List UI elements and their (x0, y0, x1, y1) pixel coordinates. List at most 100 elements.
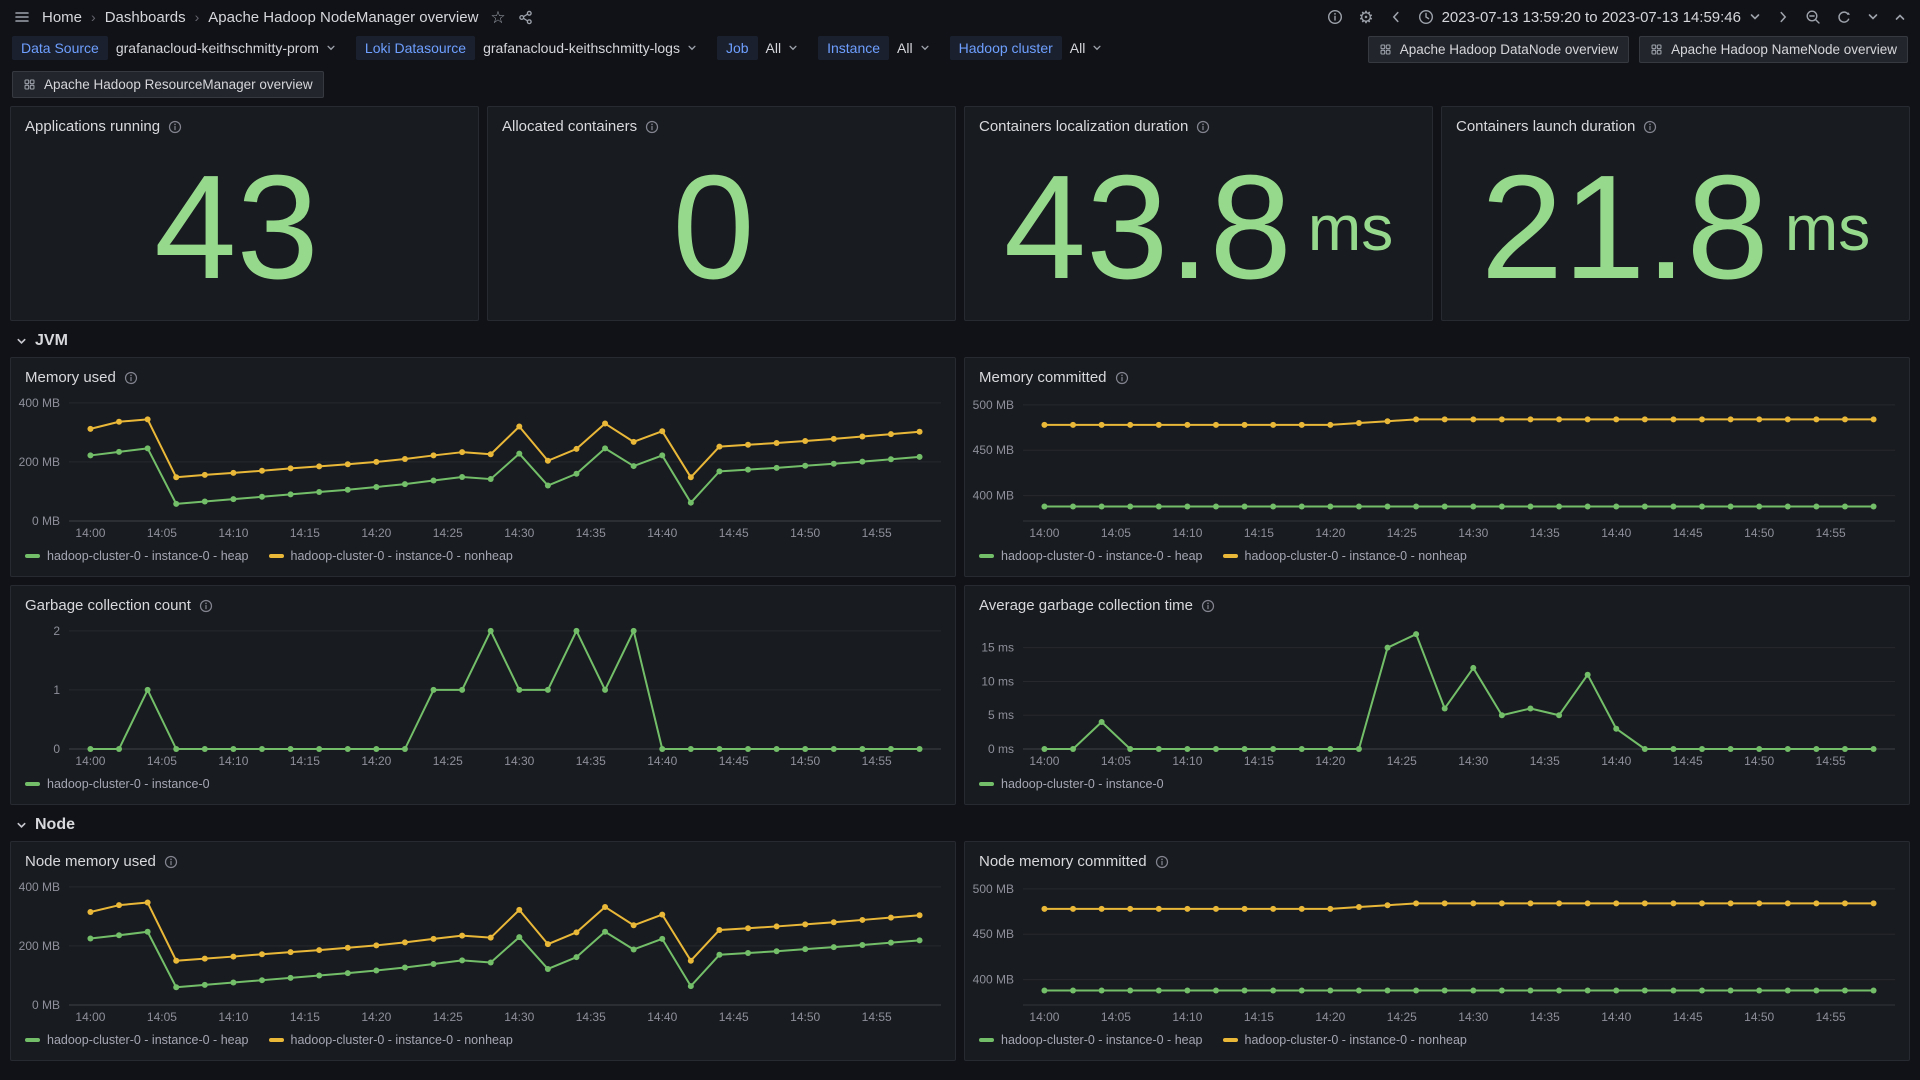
breadcrumb-dashboards[interactable]: Dashboards (105, 9, 186, 26)
gear-icon[interactable]: ⚙ (1358, 9, 1373, 26)
star-icon[interactable]: ☆ (490, 9, 505, 26)
series-point (1613, 987, 1620, 994)
series-point (745, 950, 752, 957)
series-point (1584, 503, 1591, 510)
series-point (1184, 503, 1191, 510)
variable-value-dropdown[interactable]: All (889, 36, 938, 60)
x-axis-tick-label: 14:30 (504, 1010, 534, 1024)
time-range-picker[interactable]: 2023-07-13 13:59:20 to 2023-07-13 14:59:… (1418, 9, 1761, 26)
legend-item[interactable]: hadoop-cluster-0 - instance-0 - heap (25, 549, 249, 563)
panel-containers-launch-duration: Containers launch duration 21.8 ms (1441, 106, 1910, 321)
chart-canvas[interactable]: 0 MB 200 MB 400 MB 14:00 14:05 14:10 14:15 14:2… (11, 870, 955, 1027)
series-point (1270, 421, 1277, 428)
panel-title: Containers launch duration (1456, 118, 1636, 135)
series-point (344, 746, 351, 752)
legend-item[interactable]: hadoop-cluster-0 - instance-0 - nonheap (1222, 1033, 1467, 1047)
legend-item[interactable]: hadoop-cluster-0 - instance-0 - heap (25, 1033, 249, 1047)
info-icon[interactable] (1196, 120, 1210, 134)
variable-value-dropdown[interactable]: All (1062, 36, 1111, 60)
refresh-icon[interactable] (1836, 9, 1852, 25)
info-icon[interactable] (1115, 371, 1129, 385)
series-point (1813, 900, 1820, 907)
breadcrumb-home[interactable]: Home (42, 9, 82, 26)
x-axis-tick-label: 14:25 (1387, 754, 1417, 768)
info-icon[interactable] (645, 120, 659, 134)
refresh-interval-chevron-down-icon[interactable] (1867, 11, 1879, 23)
link-resourcemanager-overview[interactable]: Apache Hadoop ResourceManager overview (12, 71, 324, 98)
legend-swatch (25, 782, 40, 786)
series-point (87, 425, 94, 432)
chevron-up-icon[interactable] (1894, 11, 1906, 23)
info-icon[interactable] (124, 371, 138, 385)
y-axis-tick-label: 400 MB (19, 396, 60, 410)
chart-plot[interactable]: 400 MB 450 MB 500 MB 14:00 14:05 14:10 14:15 14… (965, 386, 1909, 543)
info-circle-icon[interactable] (1327, 9, 1343, 25)
link-datanode-overview[interactable]: Apache Hadoop DataNode overview (1367, 36, 1630, 63)
legend-swatch (979, 554, 994, 558)
series-point (173, 984, 180, 991)
series-point (1327, 987, 1334, 994)
variable-label: Instance (818, 36, 890, 60)
series-point (1584, 900, 1591, 907)
node-charts-grid: Node memory used 0 MB 200 MB 400 MB 14:00 14… (10, 841, 1910, 1061)
chart-plot[interactable]: 0 ms 5 ms 10 ms 15 ms 14:00 14:05 14:10 14:15 14… (965, 614, 1909, 771)
dashboard-grid-icon (1650, 43, 1663, 56)
variable-value-dropdown[interactable]: grafanacloud-keithschmitty-logs (475, 36, 705, 60)
series-point (144, 445, 151, 452)
series-point (1241, 421, 1248, 428)
legend-item[interactable]: hadoop-cluster-0 - instance-0 - nonheap (268, 549, 513, 563)
variable-loki-datasource: Loki Datasource grafanacloud-keithschmit… (355, 36, 705, 60)
series-point (1699, 987, 1706, 994)
chart-canvas[interactable]: 0 ms 5 ms 10 ms 15 ms 14:00 14:05 14:10 14:15 14… (965, 614, 1909, 771)
series-point (1756, 987, 1763, 994)
stat-unit: ms (1784, 191, 1871, 264)
legend-item[interactable]: hadoop-cluster-0 - instance-0 - heap (979, 1033, 1203, 1047)
info-icon[interactable] (1643, 120, 1657, 134)
zoom-out-icon[interactable] (1805, 9, 1821, 25)
series-point (1041, 746, 1048, 752)
info-icon[interactable] (1155, 855, 1169, 869)
chart-plot[interactable]: 0 MB 200 MB 400 MB 14:00 14:05 14:10 14:15 14:2… (11, 870, 955, 1027)
chart-canvas[interactable]: 400 MB 450 MB 500 MB 14:00 14:05 14:10 14:15 14… (965, 386, 1909, 543)
series-point (830, 460, 837, 467)
variable-value-dropdown[interactable]: grafanacloud-keithschmitty-prom (108, 36, 344, 60)
chart-canvas[interactable]: 400 MB 450 MB 500 MB 14:00 14:05 14:10 14:15 14… (965, 870, 1909, 1027)
chevron-right-icon[interactable] (1776, 10, 1790, 24)
chart-plot[interactable]: 400 MB 450 MB 500 MB 14:00 14:05 14:10 14:15 14… (965, 870, 1909, 1027)
series-point (1584, 987, 1591, 994)
chart-plot[interactable]: 0 MB 200 MB 400 MB 14:00 14:05 14:10 14:15 14:2… (11, 386, 955, 543)
chart-canvas[interactable]: 0 1 2 14:00 14:05 14:10 14:15 14:20 14:25 14:30 14… (11, 614, 955, 771)
section-header-node[interactable]: Node (10, 805, 1910, 841)
variable-value-dropdown[interactable]: All (758, 36, 807, 60)
link-namenode-overview[interactable]: Apache Hadoop NameNode overview (1639, 36, 1908, 63)
series-point (1413, 416, 1420, 423)
legend-item[interactable]: hadoop-cluster-0 - instance-0 (25, 777, 210, 791)
dashboard-content: Applications running 43 Allocated contai… (0, 104, 1920, 1061)
series-point (373, 484, 380, 491)
series-point (1355, 904, 1362, 911)
x-axis-tick-label: 14:35 (576, 1010, 606, 1024)
series-point (687, 957, 694, 964)
legend-item[interactable]: hadoop-cluster-0 - instance-0 (979, 777, 1164, 791)
legend-item[interactable]: hadoop-cluster-0 - instance-0 - heap (979, 549, 1203, 563)
series-point (1527, 987, 1534, 994)
breadcrumb-current: Apache Hadoop NodeManager overview (208, 8, 479, 26)
chart-plot[interactable]: 0 1 2 14:00 14:05 14:10 14:15 14:20 14:25 14:30 14… (11, 614, 955, 771)
legend-item[interactable]: hadoop-cluster-0 - instance-0 - nonheap (268, 1033, 513, 1047)
section-header-jvm[interactable]: JVM (10, 321, 1910, 357)
chevron-left-icon[interactable] (1389, 10, 1403, 24)
legend-item[interactable]: hadoop-cluster-0 - instance-0 - nonheap (1222, 549, 1467, 563)
hamburger-menu-icon[interactable] (14, 9, 30, 25)
variable-label: Hadoop cluster (949, 36, 1062, 60)
info-icon[interactable] (164, 855, 178, 869)
series-point (887, 939, 894, 946)
info-icon[interactable] (199, 599, 213, 613)
chart-canvas[interactable]: 0 MB 200 MB 400 MB 14:00 14:05 14:10 14:15 14:2… (11, 386, 955, 543)
series-point (659, 911, 666, 918)
share-icon[interactable] (518, 10, 533, 25)
series-point (401, 455, 408, 462)
variable-hadoop-cluster: Hadoop cluster All (949, 36, 1111, 60)
series-point (1355, 420, 1362, 427)
info-icon[interactable] (168, 120, 182, 134)
info-icon[interactable] (1201, 599, 1215, 613)
